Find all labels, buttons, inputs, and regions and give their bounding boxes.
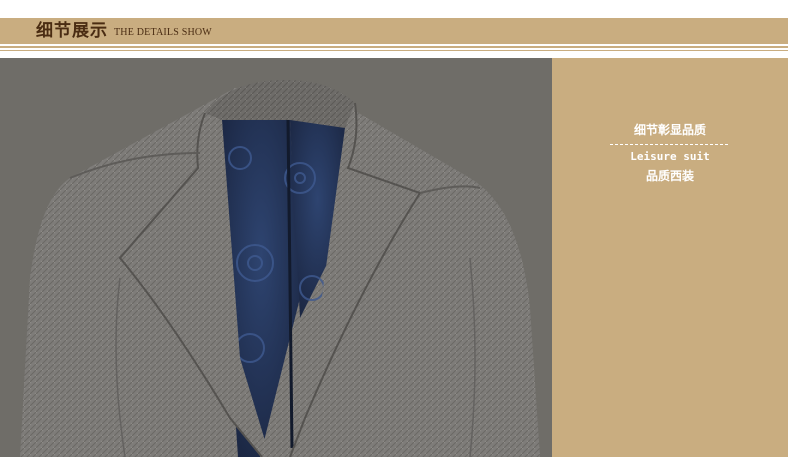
section-title: 细节展示 <box>36 21 108 41</box>
section-subtitle: THE DETAILS SHOW <box>114 27 212 38</box>
product-name-english: Leisure suit <box>630 150 710 163</box>
dashed-divider <box>610 144 728 145</box>
section-header-bar: 细节展示 THE DETAILS SHOW <box>0 18 788 44</box>
header-divider-thin <box>0 50 788 51</box>
detail-info-panel: 细节彰显品质 Leisure suit 品质西装 <box>552 58 788 457</box>
product-name-chinese: 品质西装 <box>645 169 694 183</box>
detail-headline: 细节彰显品质 <box>633 123 706 137</box>
header-divider-thick <box>0 46 788 48</box>
product-detail-photo <box>0 58 552 457</box>
